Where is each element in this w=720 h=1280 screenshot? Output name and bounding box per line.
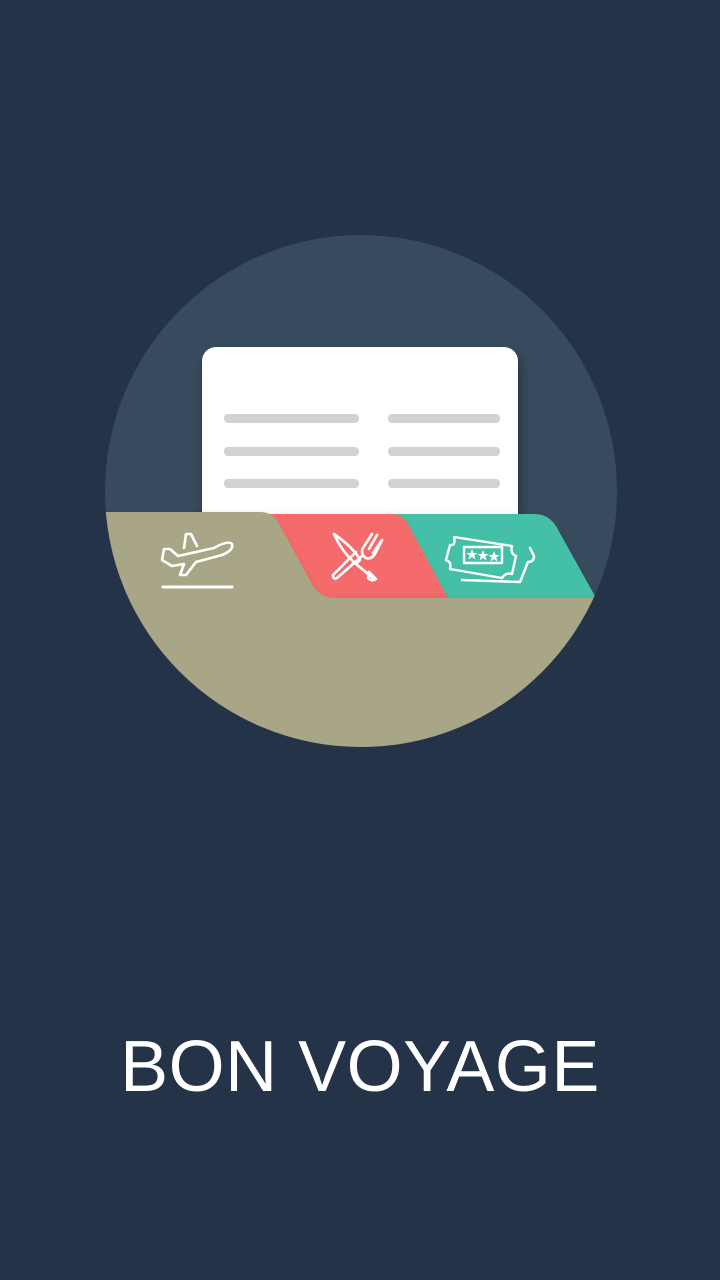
hero-illustration — [0, 0, 720, 800]
app-title: BON VOYAGE — [120, 1027, 600, 1107]
splash-screen: BON VOYAGE — [0, 0, 720, 1280]
